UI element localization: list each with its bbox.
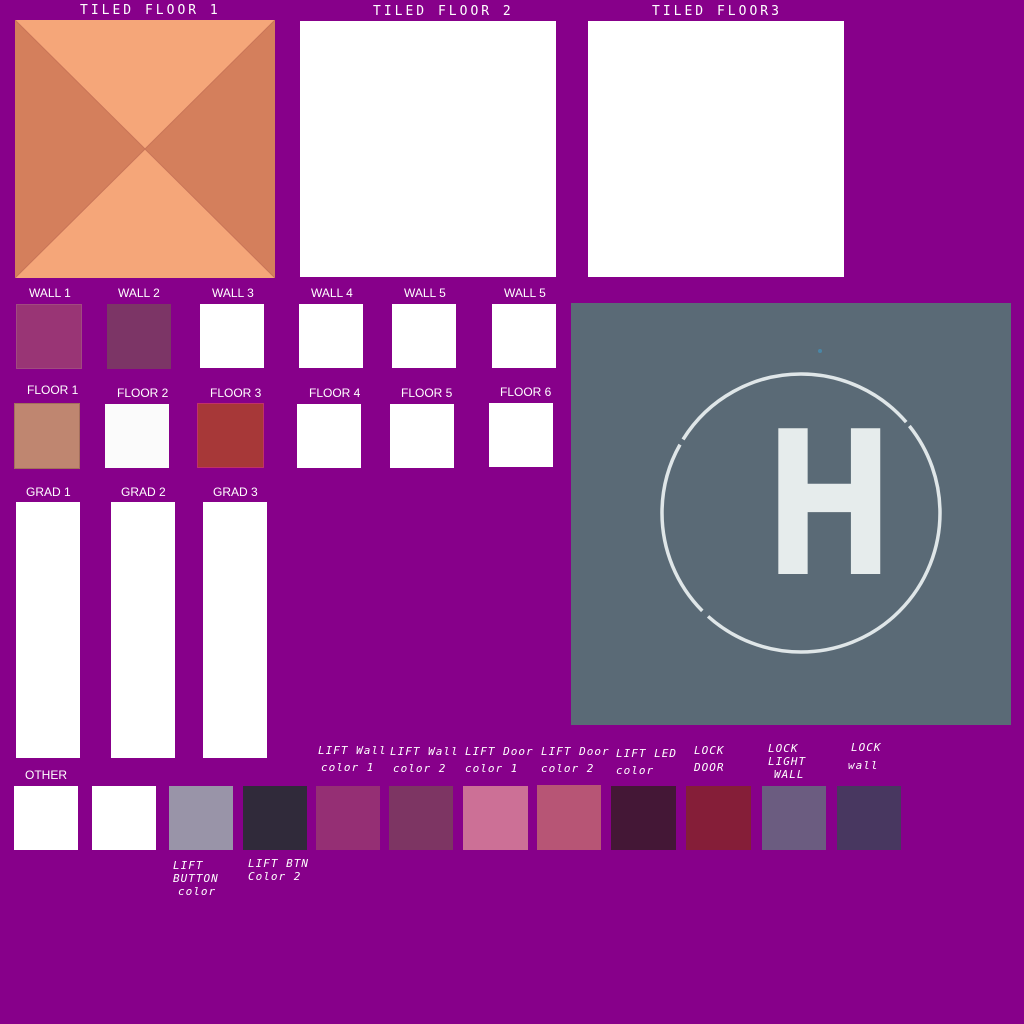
wall-5-swatch [392,304,456,368]
lift-led-color-swatch [611,786,676,850]
lock-wall-swatch [837,786,901,850]
grad-1-label: GRAD 1 [26,485,71,499]
lift-button-color-swatch [169,786,233,850]
lift-btn-color-2-label: LIFT BTN Color 2 [248,857,309,883]
lift-door-color-1-swatch [463,786,528,850]
floor-6-swatch [489,403,553,467]
wall-2-swatch [107,304,171,369]
tiled-floor-3-title: TILED FLOOR3 [652,4,782,19]
wall-6-label: WALL 5 [504,286,546,300]
lift-door-color-2-label: LIFT Door color 2 [541,745,610,775]
wall-3-swatch [200,304,264,368]
wall-1-label: WALL 1 [29,286,71,300]
lift-door-color-2-swatch [537,785,601,850]
floor-4-label: FLOOR 4 [309,386,361,400]
lock-light-wall-label: LOCK LIGHT WALL [768,742,807,781]
lift-led-color-label: LIFT LED color [616,747,677,777]
floor-2-label: FLOOR 2 [117,386,169,400]
grad-3-label: GRAD 3 [213,485,258,499]
floor-3-swatch [197,403,264,468]
tiled-floor-2-swatch [300,21,556,277]
wall-2-label: WALL 2 [118,286,160,300]
tiled-floor-1-title: TILED FLOOR 1 [80,3,221,18]
other-label: OTHER [25,768,67,782]
lift-wall-color-1-label: LIFT Wall color 1 [318,744,387,774]
helipad-letter: H [764,389,895,622]
wall-1-swatch [16,304,82,369]
floor-5-swatch [390,404,454,468]
lift-door-color-1-label: LIFT Door color 1 [465,745,534,775]
lock-wall-label: LOCK wall [848,741,882,772]
floor-3-label: FLOOR 3 [210,386,262,400]
lift-button-color-label: LIFT BUTTON color [173,859,219,898]
lift-wall-color-2-label: LIFT Wall color 2 [390,745,459,775]
floor-6-label: FLOOR 6 [500,385,552,399]
grad-2-swatch [111,502,175,758]
floor-5-label: FLOOR 5 [401,386,453,400]
lift-wall-color-1-swatch [316,786,380,850]
wall-6-swatch [492,304,556,368]
other-1-swatch [14,786,78,850]
wall-3-label: WALL 3 [212,286,254,300]
tiled-floor-2-title: TILED FLOOR 2 [373,4,514,19]
grad-3-swatch [203,502,267,758]
lock-door-label: LOCK DOOR [694,744,725,774]
lift-wall-color-2-swatch [389,786,453,850]
wall-4-label: WALL 4 [311,286,353,300]
other-2-swatch [92,786,156,850]
helipad-decal: H [571,303,1011,725]
floor-2-swatch [105,404,169,468]
tiled-floor-1-swatch [15,20,275,278]
lock-light-wall-swatch [762,786,826,850]
tiled-floor-3-swatch [588,21,844,277]
floor-1-label: FLOOR 1 [27,383,79,397]
floor-4-swatch [297,404,361,468]
floor-1-swatch [14,403,80,469]
grad-1-swatch [16,502,80,758]
lock-door-swatch [686,786,751,850]
wall-4-swatch [299,304,363,368]
wall-5-label: WALL 5 [404,286,446,300]
grad-2-label: GRAD 2 [121,485,166,499]
lift-btn-color-2-swatch [243,786,307,850]
